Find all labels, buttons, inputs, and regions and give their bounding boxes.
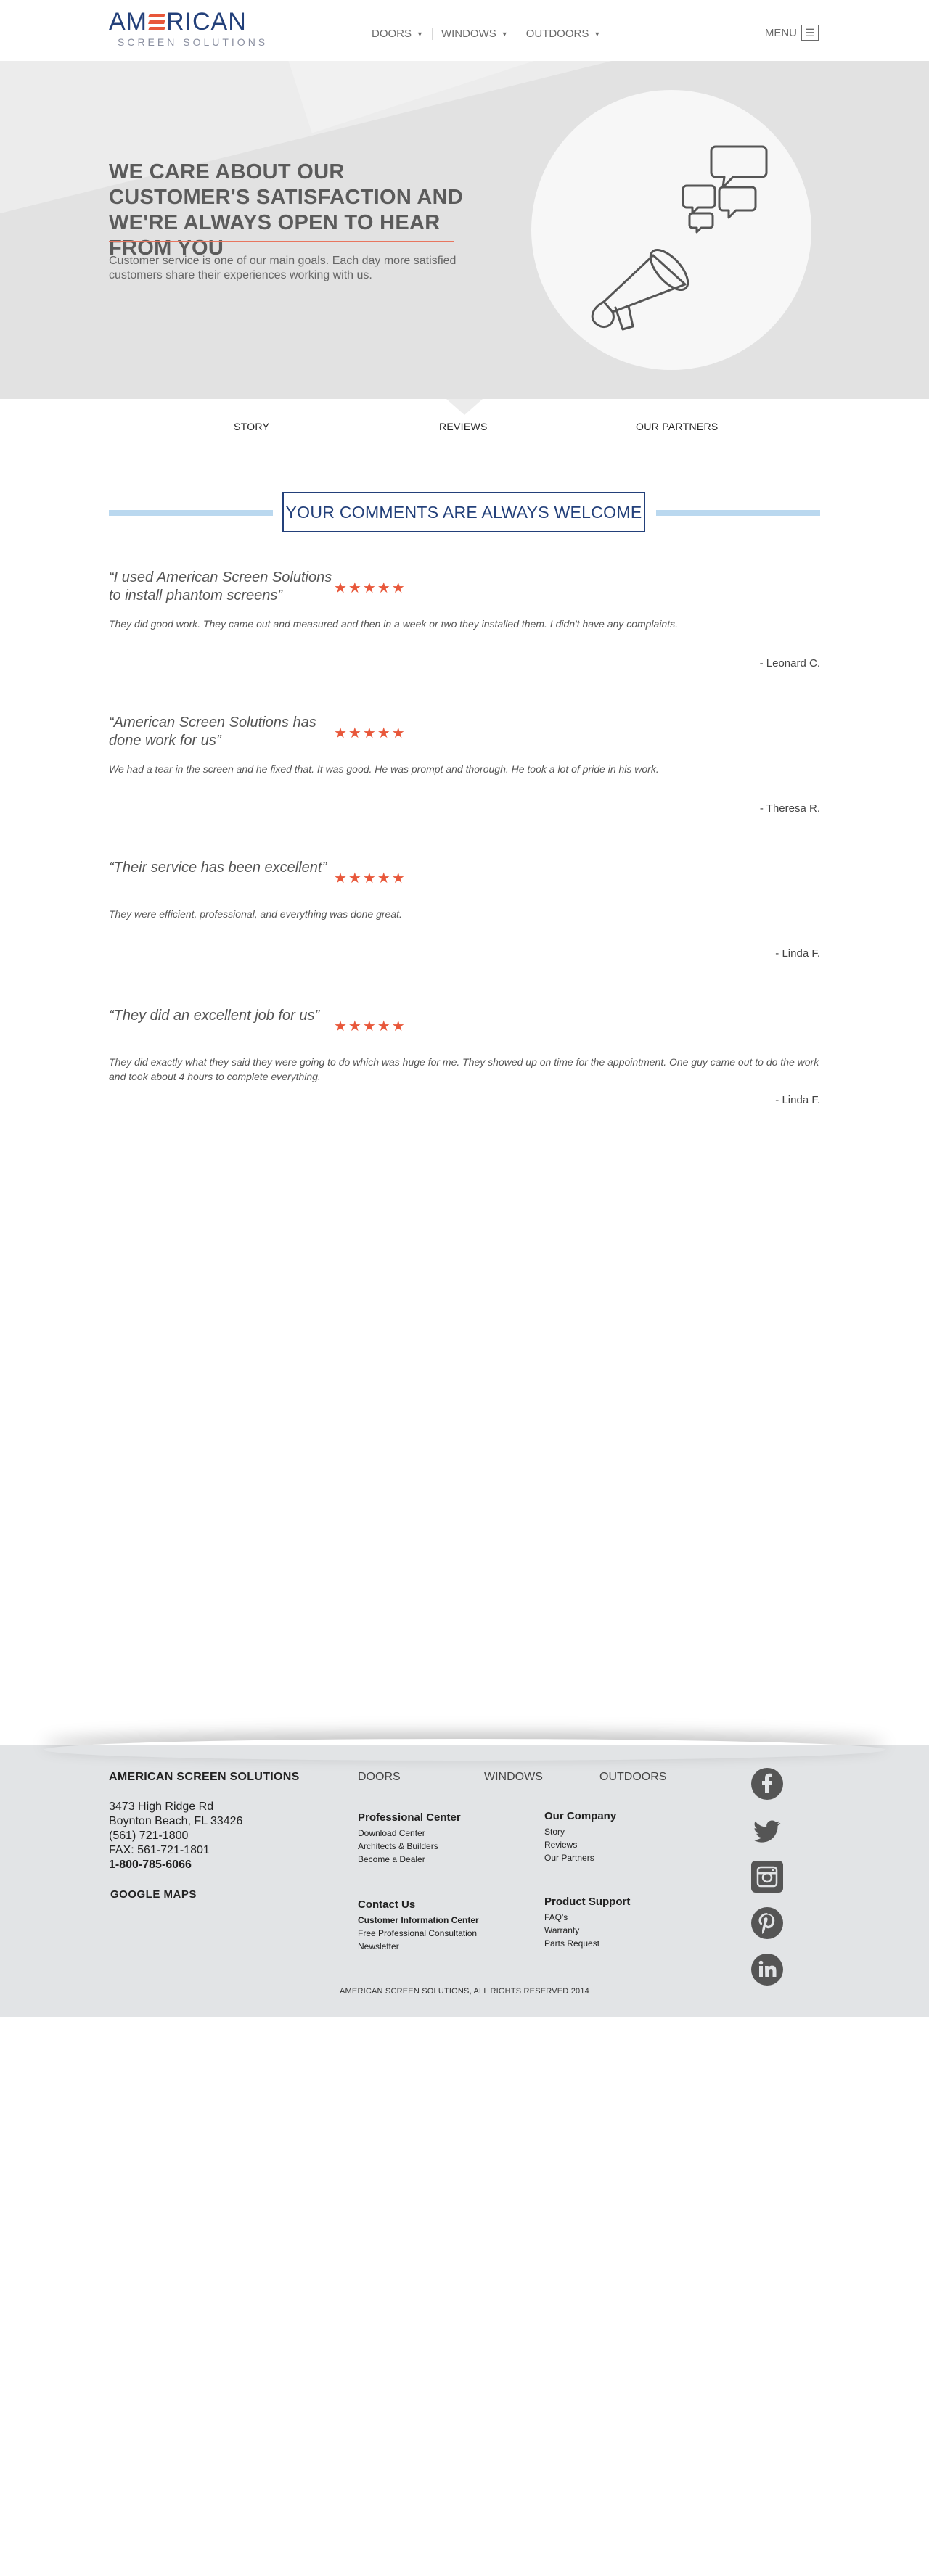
address-line: Boynton Beach, FL 33426 — [109, 1815, 243, 1827]
footer-group-title: Professional Center — [358, 1811, 461, 1824]
review-quote: “Their service has been excellent” — [109, 860, 327, 876]
logo-text-start: AM — [109, 8, 147, 36]
star-rating-icon: ★★★★★ — [334, 1019, 406, 1034]
review-quote: “I used American Screen Solutions to ins… — [109, 569, 332, 604]
footer-link-download-center[interactable]: Download Center — [358, 1827, 461, 1840]
footer-link-customer-info[interactable]: Customer Information Center — [358, 1914, 479, 1927]
nav-windows-label: WINDOWS — [441, 28, 496, 40]
footer-address: 3473 High Ridge Rd Boynton Beach, FL 334… — [109, 1800, 242, 1872]
footer-company-name: AMERICAN SCREEN SOLUTIONS — [109, 1771, 300, 1783]
caret-down-icon: ▼ — [594, 30, 601, 38]
footer-group-title: Contact Us — [358, 1898, 416, 1911]
hero-divider — [109, 241, 454, 242]
footer-link-architects-builders[interactable]: Architects & Builders — [358, 1840, 461, 1853]
review-author: - Linda F. — [775, 1094, 820, 1106]
phone-number[interactable]: (561) 721-1800 — [109, 1829, 242, 1843]
star-rating-icon: ★★★★★ — [334, 580, 406, 596]
google-maps-link[interactable]: GOOGLE MAPS — [110, 1888, 197, 1901]
footer-link-outdoors[interactable]: OUTDOORS — [599, 1771, 666, 1784]
footer-our-company: Our Company Story Reviews Our Partners — [544, 1810, 616, 1864]
footer-link-our-partners[interactable]: Our Partners — [544, 1851, 616, 1864]
review-author: - Linda F. — [775, 947, 820, 960]
site-header: AM RICAN SCREEN SOLUTIONS DOORS ▼ WINDOWS… — [0, 0, 929, 61]
footer-contact-us: Contact Us Customer Information Center F… — [358, 1898, 479, 1953]
subpage-tabs: STORY REVIEWS OUR PARTNERS — [0, 399, 929, 464]
facebook-icon[interactable] — [751, 1768, 783, 1800]
logo-text-end: RICAN — [166, 8, 247, 36]
nav-outdoors[interactable]: OUTDOORS ▼ — [517, 28, 610, 40]
hero-title: WE CARE ABOUT OUR CUSTOMER'S SATISFACTIO… — [109, 160, 464, 260]
hero-text: Customer service is one of our main goal… — [109, 255, 457, 281]
nav-doors[interactable]: DOORS ▼ — [363, 28, 433, 40]
review-card: “Their service has been excellent” ★★★★★… — [109, 859, 820, 997]
twitter-icon[interactable] — [751, 1814, 783, 1846]
logo-e-stripes-icon — [148, 12, 165, 31]
menu-button[interactable]: MENU ☰ — [765, 25, 819, 41]
footer-link-warranty[interactable]: Warranty — [544, 1924, 630, 1937]
footer-link-faqs[interactable]: FAQ's — [544, 1911, 630, 1924]
site-logo[interactable]: AM RICAN SCREEN SOLUTIONS — [109, 9, 269, 48]
section-heading: YOUR COMMENTS ARE ALWAYS WELCOME — [109, 492, 820, 532]
main-nav: DOORS ▼ WINDOWS ▼ OUTDOORS ▼ — [363, 28, 609, 40]
review-text: They did exactly what they said they wer… — [109, 1056, 819, 1082]
review-author: - Theresa R. — [759, 802, 820, 815]
footer-link-reviews[interactable]: Reviews — [544, 1838, 616, 1851]
footer-link-become-dealer[interactable]: Become a Dealer — [358, 1853, 461, 1866]
pinterest-icon[interactable] — [751, 1907, 783, 1939]
footer-link-newsletter[interactable]: Newsletter — [358, 1940, 479, 1953]
review-card: “I used American Screen Solutions to ins… — [109, 569, 820, 707]
footer-link-doors[interactable]: DOORS — [358, 1771, 401, 1784]
review-quote: “American Screen Solutions has done work… — [109, 715, 316, 749]
nav-doors-label: DOORS — [372, 28, 412, 40]
linkedin-icon[interactable] — [751, 1954, 783, 1986]
footer-professional-center: Professional Center Download Center Arch… — [358, 1811, 461, 1866]
review-text: They were efficient, professional, and e… — [109, 908, 402, 920]
hamburger-icon: ☰ — [801, 25, 819, 41]
star-rating-icon: ★★★★★ — [334, 871, 406, 886]
review-text: They did good work. They came out and me… — [109, 618, 678, 630]
copyright-text: AMERICAN SCREEN SOLUTIONS, ALL RIGHTS RE… — [340, 1987, 589, 1996]
heading-rule-right — [656, 510, 820, 516]
active-tab-pointer — [446, 399, 483, 415]
megaphone-speech-bubbles-icon — [591, 145, 768, 331]
footer-group-title: Our Company — [544, 1810, 617, 1822]
star-rating-icon: ★★★★★ — [334, 725, 406, 741]
tab-story[interactable]: STORY — [234, 421, 269, 432]
review-card: “They did an excellent job for us” ★★★★★… — [109, 1007, 820, 1116]
footer-link-parts-request[interactable]: Parts Request — [544, 1937, 630, 1950]
hero-banner: WE CARE ABOUT OUR CUSTOMER'S SATISFACTIO… — [0, 61, 929, 399]
caret-down-icon: ▼ — [501, 30, 508, 38]
footer-link-windows[interactable]: WINDOWS — [484, 1771, 543, 1784]
tab-reviews[interactable]: REVIEWS — [439, 421, 488, 432]
review-card: “American Screen Solutions has done work… — [109, 714, 820, 852]
nav-windows[interactable]: WINDOWS ▼ — [433, 28, 517, 40]
footer-group-title: Product Support — [544, 1896, 631, 1908]
review-text: We had a tear in the screen and he fixed… — [109, 763, 659, 775]
tab-our-partners[interactable]: OUR PARTNERS — [636, 421, 719, 432]
logo-wordmark: AM RICAN — [109, 9, 261, 35]
address-line: 3473 High Ridge Rd — [109, 1801, 214, 1813]
fax-number: FAX: 561-721-1801 — [109, 1844, 210, 1856]
hero-illustration — [531, 90, 811, 370]
heading-rule-left — [109, 510, 273, 516]
site-footer: AMERICAN SCREEN SOLUTIONS 3473 High Ridg… — [0, 1745, 929, 2017]
logo-tagline: SCREEN SOLUTIONS — [118, 36, 269, 48]
footer-link-story[interactable]: Story — [544, 1825, 616, 1838]
nav-outdoors-label: OUTDOORS — [525, 28, 589, 40]
footer-product-support: Product Support FAQ's Warranty Parts Req… — [544, 1896, 630, 1950]
menu-label: MENU — [764, 26, 797, 39]
caret-down-icon: ▼ — [417, 30, 423, 38]
footer-link-consultation[interactable]: Free Professional Consultation — [358, 1927, 479, 1940]
review-author: - Leonard C. — [759, 657, 820, 670]
instagram-icon[interactable] — [751, 1861, 783, 1893]
section-title: YOUR COMMENTS ARE ALWAYS WELCOME — [282, 492, 645, 532]
review-quote: “They did an excellent job for us” — [109, 1008, 320, 1024]
toll-free-number[interactable]: 1-800-785-6066 — [109, 1858, 242, 1872]
footer-shadow — [44, 1739, 885, 1761]
